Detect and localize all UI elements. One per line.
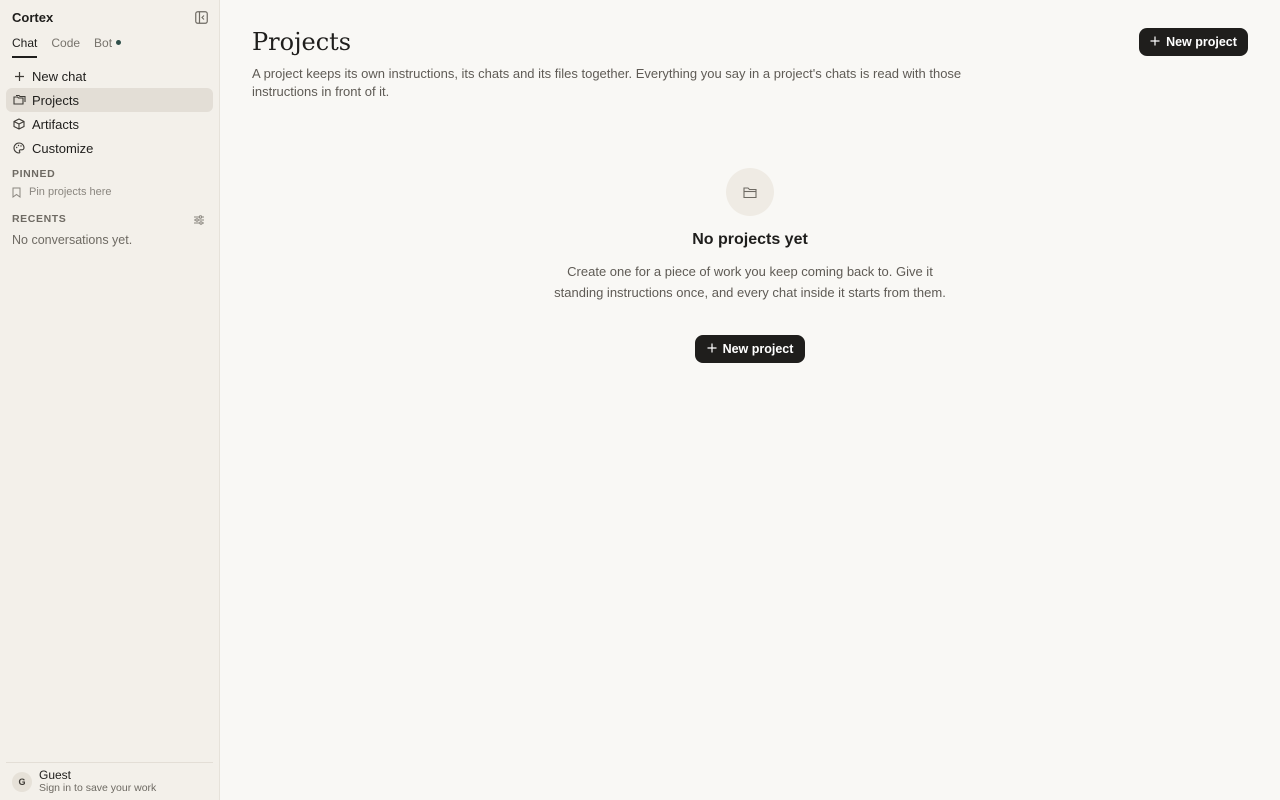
- recents-empty-text: No conversations yet.: [12, 233, 133, 247]
- bookmark-icon: [12, 186, 24, 198]
- tab-code-label: Code: [51, 36, 81, 50]
- app-name: Cortex: [12, 9, 54, 25]
- sidebar-item-label: New chat: [32, 68, 87, 84]
- sidebar: Cortex Chat Code Bot New chat Projects A…: [0, 0, 220, 800]
- recents-section-label: RECENTS: [12, 213, 67, 225]
- plus-icon: [12, 69, 26, 83]
- sidebar-item-label: Artifacts: [32, 116, 79, 132]
- palette-icon: [12, 141, 26, 155]
- sidebar-item-new-chat[interactable]: New chat: [6, 64, 213, 88]
- page-description: A project keeps its own instructions, it…: [252, 66, 962, 99]
- tab-code[interactable]: Code: [51, 36, 80, 58]
- sidebar-item-customize[interactable]: Customize: [6, 136, 213, 160]
- avatar: G: [12, 771, 32, 792]
- sidebar-item-projects[interactable]: Projects: [6, 88, 213, 112]
- account-subtitle: Sign in to save your work: [39, 781, 157, 794]
- account-button[interactable]: G Guest Sign in to save your work: [6, 762, 213, 800]
- sidebar-nav: New chat Projects Artifacts Customize: [6, 64, 213, 160]
- empty-state-description: Create one for a piece of work you keep …: [554, 264, 946, 300]
- empty-state-button-label: New project: [722, 342, 794, 356]
- new-project-label: New project: [1166, 35, 1237, 49]
- folder-icon: [726, 168, 774, 216]
- plus-icon: [707, 342, 717, 356]
- pinned-section-label: PINNED: [12, 168, 56, 180]
- sidebar-item-artifacts[interactable]: Artifacts: [6, 112, 213, 136]
- sidebar-header: Cortex: [12, 9, 208, 25]
- tab-chat-label: Chat: [12, 36, 38, 50]
- empty-state-new-project-button[interactable]: New project: [695, 335, 805, 363]
- sidebar-item-label: Customize: [32, 140, 94, 156]
- filter-icon[interactable]: [193, 213, 205, 225]
- page-title: Projects: [252, 28, 352, 56]
- collapse-sidebar-icon[interactable]: [194, 10, 208, 24]
- new-project-button[interactable]: New project: [1139, 28, 1248, 56]
- pinned-empty-hint: Pin projects here: [12, 186, 112, 198]
- tab-bot-label: Bot: [94, 36, 113, 50]
- pinned-hint-text: Pin projects here: [29, 186, 112, 198]
- account-name: Guest: [39, 767, 72, 782]
- plus-icon: [1150, 35, 1160, 49]
- account-info: Guest Sign in to save your work: [39, 767, 157, 795]
- folders-icon: [12, 93, 26, 107]
- bot-status-dot: [116, 40, 122, 45]
- tab-bot[interactable]: Bot: [94, 36, 122, 58]
- mode-tabs: Chat Code Bot: [12, 36, 122, 58]
- sidebar-item-label: Projects: [32, 92, 79, 108]
- tab-chat[interactable]: Chat: [12, 36, 38, 58]
- main-content: Projects A project keeps its own instruc…: [220, 0, 1280, 800]
- empty-state-title: No projects yet: [692, 231, 808, 248]
- cube-icon: [12, 117, 26, 131]
